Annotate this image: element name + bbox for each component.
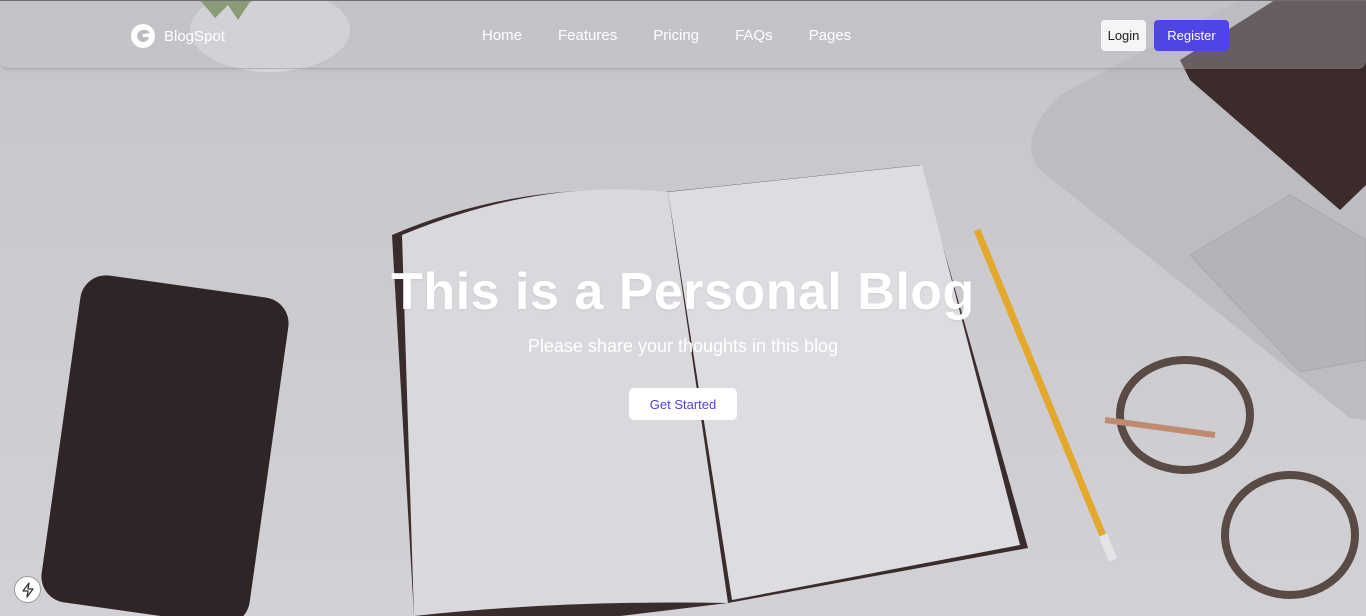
blogspot-logo-icon	[131, 24, 155, 48]
lightning-badge-button[interactable]	[14, 576, 41, 603]
login-button[interactable]: Login	[1101, 20, 1146, 51]
nav-link-features[interactable]: Features	[540, 25, 635, 46]
nav-link-home[interactable]: Home	[464, 25, 540, 46]
hero-subtitle: Please share your thoughts in this blog	[527, 336, 839, 356]
brand-name: BlogSpot	[164, 27, 225, 45]
nav-link-pages[interactable]: Pages	[791, 25, 870, 46]
hero-title: This is a Personal Blog	[391, 263, 975, 321]
brand-link[interactable]: BlogSpot	[130, 23, 225, 49]
lightning-bolt-icon	[21, 581, 34, 598]
register-button[interactable]: Register	[1154, 20, 1229, 51]
nav-link-faqs[interactable]: FAQs	[717, 25, 791, 46]
get-started-button[interactable]: Get Started	[629, 388, 737, 420]
nav-link-pricing[interactable]: Pricing	[635, 25, 717, 46]
top-navbar: BlogSpot Home Features Pricing FAQs Page…	[0, 0, 1366, 69]
main-nav: Home Features Pricing FAQs Pages	[464, 25, 869, 46]
